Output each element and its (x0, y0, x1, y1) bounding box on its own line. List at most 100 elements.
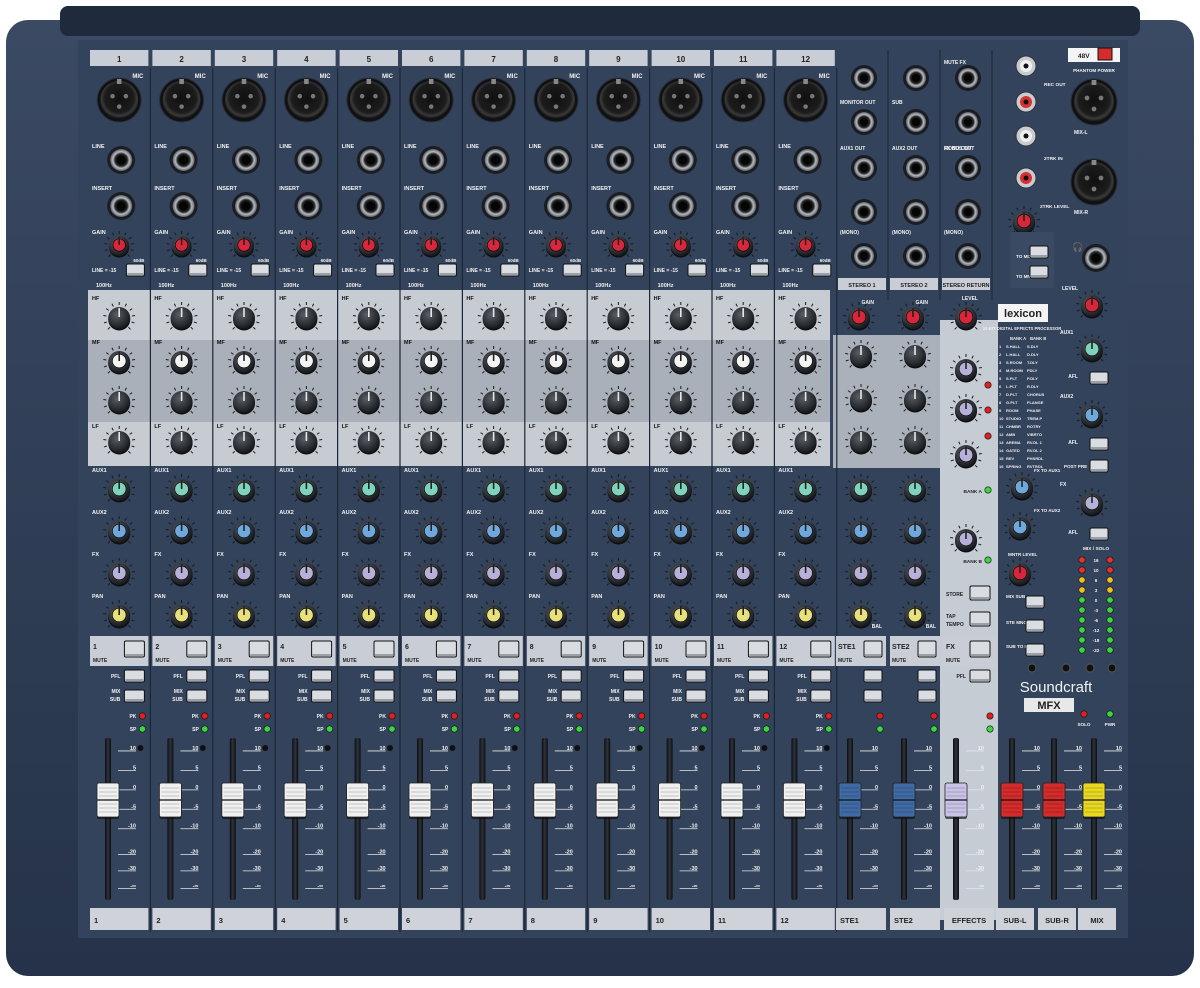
jack-c[interactable] (851, 155, 877, 181)
hpf-button[interactable] (813, 264, 831, 276)
rca-jack[interactable] (1016, 126, 1036, 146)
pfl-button[interactable] (561, 670, 581, 682)
hpf-button[interactable] (750, 264, 768, 276)
jack-b[interactable] (955, 109, 981, 135)
jack-d[interactable] (903, 199, 929, 225)
mic-xlr-input[interactable] (160, 78, 204, 122)
fx-afl-button[interactable] (1090, 528, 1108, 540)
jack-b[interactable] (851, 109, 877, 135)
rca-jack[interactable] (1016, 56, 1036, 76)
mix-sub-button[interactable] (918, 690, 936, 702)
mute-button[interactable] (436, 641, 456, 657)
mic-xlr-input[interactable] (659, 78, 703, 122)
hpf-button[interactable] (688, 264, 706, 276)
pfl-button[interactable] (249, 670, 269, 682)
phantom-switch[interactable] (1098, 48, 1112, 60)
line-jack-input[interactable] (482, 146, 510, 174)
insert-jack[interactable] (232, 192, 260, 220)
mute-button[interactable] (374, 641, 394, 657)
mix-sub-button[interactable] (249, 690, 269, 702)
pfl-button[interactable] (436, 670, 456, 682)
ste-mno-button[interactable] (1026, 620, 1044, 632)
jack-e[interactable] (851, 243, 877, 269)
jack-d[interactable] (851, 199, 877, 225)
mix-sub-button[interactable] (374, 690, 394, 702)
hpf-button[interactable] (314, 264, 332, 276)
mix-sub-button[interactable] (686, 690, 706, 702)
mute-button[interactable] (864, 641, 882, 657)
insert-jack[interactable] (170, 192, 198, 220)
line-jack-input[interactable] (107, 146, 135, 174)
insert-jack[interactable] (794, 192, 822, 220)
jack-a[interactable] (955, 65, 981, 91)
aux2-afl-button[interactable] (1090, 438, 1108, 450)
line-jack-input[interactable] (731, 146, 759, 174)
line-jack-input[interactable] (232, 146, 260, 174)
mute-button[interactable] (124, 641, 144, 657)
to-mntr-button[interactable] (1030, 266, 1048, 278)
to-mix-button[interactable] (1030, 246, 1048, 258)
insert-jack[interactable] (482, 192, 510, 220)
line-jack-input[interactable] (606, 146, 634, 174)
mix-sub-button[interactable] (748, 690, 768, 702)
jack-a[interactable] (903, 65, 929, 91)
pfl-button[interactable] (918, 670, 936, 682)
sub-to-mix-button[interactable] (1026, 644, 1044, 656)
mute-button[interactable] (561, 641, 581, 657)
insert-jack[interactable] (731, 192, 759, 220)
pfl-button[interactable] (374, 670, 394, 682)
tap-tempo-button[interactable] (970, 612, 990, 626)
store-button[interactable] (970, 586, 990, 600)
pfl-button[interactable] (312, 670, 332, 682)
mic-xlr-input[interactable] (284, 78, 328, 122)
mic-xlr-input[interactable] (596, 78, 640, 122)
mic-xlr-input[interactable] (347, 78, 391, 122)
mic-xlr-input[interactable] (222, 78, 266, 122)
pfl-button[interactable] (748, 670, 768, 682)
hpf-button[interactable] (563, 264, 581, 276)
jack-d[interactable] (955, 199, 981, 225)
rca-jack[interactable] (1016, 92, 1036, 112)
pfl-button[interactable] (499, 670, 519, 682)
mute-button[interactable] (624, 641, 644, 657)
mix-sub-master-button[interactable] (1026, 596, 1044, 608)
line-jack-input[interactable] (669, 146, 697, 174)
aux1-afl-button[interactable] (1090, 372, 1108, 384)
line-jack-input[interactable] (170, 146, 198, 174)
insert-jack[interactable] (419, 192, 447, 220)
rca-jack[interactable] (1016, 168, 1036, 188)
mic-xlr-input[interactable] (721, 78, 765, 122)
mix-l-xlr-output[interactable] (1071, 79, 1117, 125)
jack-c[interactable] (955, 155, 981, 181)
mic-xlr-input[interactable] (409, 78, 453, 122)
hpf-button[interactable] (376, 264, 394, 276)
jack-a[interactable] (851, 65, 877, 91)
jack-e[interactable] (955, 243, 981, 269)
insert-jack[interactable] (107, 192, 135, 220)
mute-button[interactable] (312, 641, 332, 657)
pfl-button[interactable] (811, 670, 831, 682)
insert-jack[interactable] (544, 192, 572, 220)
line-jack-input[interactable] (294, 146, 322, 174)
hpf-button[interactable] (126, 264, 144, 276)
headphone-jack[interactable] (1082, 244, 1110, 272)
mix-sub-button[interactable] (312, 690, 332, 702)
mute-button[interactable] (811, 641, 831, 657)
mute-button[interactable] (187, 641, 207, 657)
pfl-button[interactable] (124, 670, 144, 682)
mute-button[interactable] (918, 641, 936, 657)
mix-sub-button[interactable] (124, 690, 144, 702)
mute-button[interactable] (249, 641, 269, 657)
mix-sub-button[interactable] (864, 690, 882, 702)
line-jack-input[interactable] (544, 146, 572, 174)
mute-button[interactable] (748, 641, 768, 657)
mix-sub-button[interactable] (624, 690, 644, 702)
fx-mute-button[interactable] (970, 641, 990, 657)
pfl-button[interactable] (187, 670, 207, 682)
mix-sub-button[interactable] (187, 690, 207, 702)
hpf-button[interactable] (251, 264, 269, 276)
mix-r-xlr-output[interactable] (1071, 159, 1117, 205)
jack-c[interactable] (903, 155, 929, 181)
pfl-button[interactable] (624, 670, 644, 682)
mic-xlr-input[interactable] (784, 78, 828, 122)
